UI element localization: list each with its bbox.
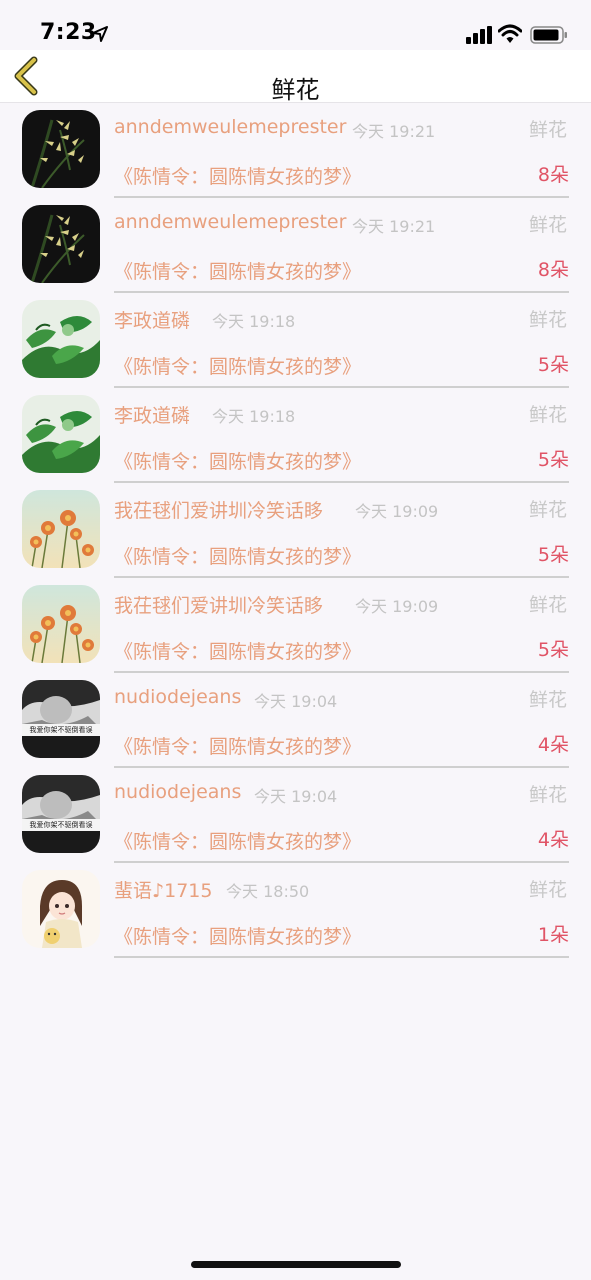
nav-bar: 鲜花 [0, 50, 591, 104]
gift-type-label: 鲜花 [528, 689, 567, 711]
list-item[interactable]: 李政道磷 今天 19:18 鲜花 《陈情令：圆陈情女孩的梦》 5朵 [0, 293, 591, 388]
sender-name: 我茌毬们爱讲圳冷笑话眵 [114, 500, 324, 522]
sender-name: anndemweulemeprester [114, 211, 347, 233]
orchid-avatar[interactable] [22, 205, 100, 283]
page-title: 鲜花 [271, 76, 320, 104]
gift-type-label: 鲜花 [528, 879, 567, 901]
drama-title[interactable]: 《陈情令：圆陈情女孩的梦》 [114, 162, 361, 189]
sender-name: 李政道磷 [114, 405, 191, 427]
drama-title[interactable]: 《陈情令：圆陈情女孩的梦》 [114, 827, 361, 854]
drama-title[interactable]: 《陈情令：圆陈情女孩的梦》 [114, 257, 361, 284]
flower-count: 4朵 [537, 829, 569, 851]
flower-count: 1朵 [537, 924, 569, 946]
drama-title[interactable]: 《陈情令：圆陈情女孩的梦》 [114, 447, 361, 474]
gift-record-list: anndemweulemeprester 今天 19:21 鲜花 《陈情令：圆陈… [0, 103, 591, 958]
drama-title[interactable]: 《陈情令：圆陈情女孩的梦》 [114, 352, 361, 379]
cellular-signal-icon [466, 26, 492, 44]
send-time: 今天 19:18 [212, 312, 296, 331]
sender-name: 蜚语♪1715 [114, 880, 213, 902]
daisy-avatar[interactable] [22, 490, 100, 568]
wifi-icon [498, 24, 522, 43]
flower-count: 8朵 [537, 164, 569, 186]
gift-type-label: 鲜花 [528, 499, 567, 521]
gift-type-label: 鲜花 [528, 309, 567, 331]
gift-type-label: 鲜花 [528, 214, 567, 236]
sender-name: nudiodejeans [114, 781, 242, 803]
send-time: 今天 19:21 [352, 217, 436, 236]
send-time: 今天 19:21 [352, 122, 436, 141]
sender-name: 我茌毬们爱讲圳冷笑话眵 [114, 595, 324, 617]
gift-type-label: 鲜花 [528, 119, 567, 141]
list-item[interactable]: anndemweulemeprester 今天 19:21 鲜花 《陈情令：圆陈… [0, 103, 591, 198]
send-time: 今天 19:18 [212, 407, 296, 426]
home-indicator[interactable] [191, 1261, 401, 1268]
list-item[interactable]: anndemweulemeprester 今天 19:21 鲜花 《陈情令：圆陈… [0, 198, 591, 293]
list-item[interactable]: 我茌毬们爱讲圳冷笑话眵 今天 19:09 鲜花 《陈情令：圆陈情女孩的梦》 5朵 [0, 578, 591, 673]
gift-type-label: 鲜花 [528, 784, 567, 806]
status-bar: 7:23 [0, 0, 591, 50]
status-time: 7:23 [40, 20, 97, 45]
drama-title[interactable]: 《陈情令：圆陈情女孩的梦》 [114, 732, 361, 759]
avatar-caption: 我爱你架不驱倒看误 [29, 726, 93, 734]
avatar-caption: 我爱你架不驱倒看误 [29, 821, 93, 829]
flower-count: 5朵 [537, 449, 569, 471]
anime-girl-avatar[interactable] [22, 870, 100, 948]
flower-count: 8朵 [537, 259, 569, 281]
send-time: 今天 19:09 [355, 502, 439, 521]
drama-title[interactable]: 《陈情令：圆陈情女孩的梦》 [114, 637, 361, 664]
send-time: 今天 19:04 [254, 692, 338, 711]
send-time: 今天 18:50 [226, 882, 310, 901]
sender-name: nudiodejeans [114, 686, 242, 708]
list-item[interactable]: 我爱你架不驱倒看误 nudiodejeans 今天 19:04 鲜花 《陈情令：… [0, 768, 591, 863]
drama-title[interactable]: 《陈情令：圆陈情女孩的梦》 [114, 542, 361, 569]
bw-portrait-avatar[interactable]: 我爱你架不驱倒看误 [22, 775, 100, 853]
flower-count: 4朵 [537, 734, 569, 756]
daisy-avatar[interactable] [22, 585, 100, 663]
drama-title[interactable]: 《陈情令：圆陈情女孩的梦》 [114, 922, 361, 949]
green-leaf-avatar[interactable] [22, 300, 100, 378]
send-time: 今天 19:04 [254, 787, 338, 806]
list-item[interactable]: 蜚语♪1715 今天 18:50 鲜花 《陈情令：圆陈情女孩的梦》 1朵 [0, 863, 591, 958]
divider [114, 956, 569, 958]
bw-portrait-avatar[interactable]: 我爱你架不驱倒看误 [22, 680, 100, 758]
list-item[interactable]: 我茌毬们爱讲圳冷笑话眵 今天 19:09 鲜花 《陈情令：圆陈情女孩的梦》 5朵 [0, 483, 591, 578]
sender-name: anndemweulemeprester [114, 116, 347, 138]
gift-type-label: 鲜花 [528, 594, 567, 616]
flower-count: 5朵 [537, 354, 569, 376]
list-item[interactable]: 我爱你架不驱倒看误 nudiodejeans 今天 19:04 鲜花 《陈情令：… [0, 673, 591, 768]
sender-name: 李政道磷 [114, 310, 191, 332]
send-time: 今天 19:09 [355, 597, 439, 616]
flower-count: 5朵 [537, 639, 569, 661]
location-arrow-icon [92, 26, 108, 42]
battery-icon [530, 26, 567, 44]
flower-count: 5朵 [537, 544, 569, 566]
green-leaf-avatar[interactable] [22, 395, 100, 473]
list-item[interactable]: 李政道磷 今天 19:18 鲜花 《陈情令：圆陈情女孩的梦》 5朵 [0, 388, 591, 483]
gift-type-label: 鲜花 [528, 404, 567, 426]
orchid-avatar[interactable] [22, 110, 100, 188]
